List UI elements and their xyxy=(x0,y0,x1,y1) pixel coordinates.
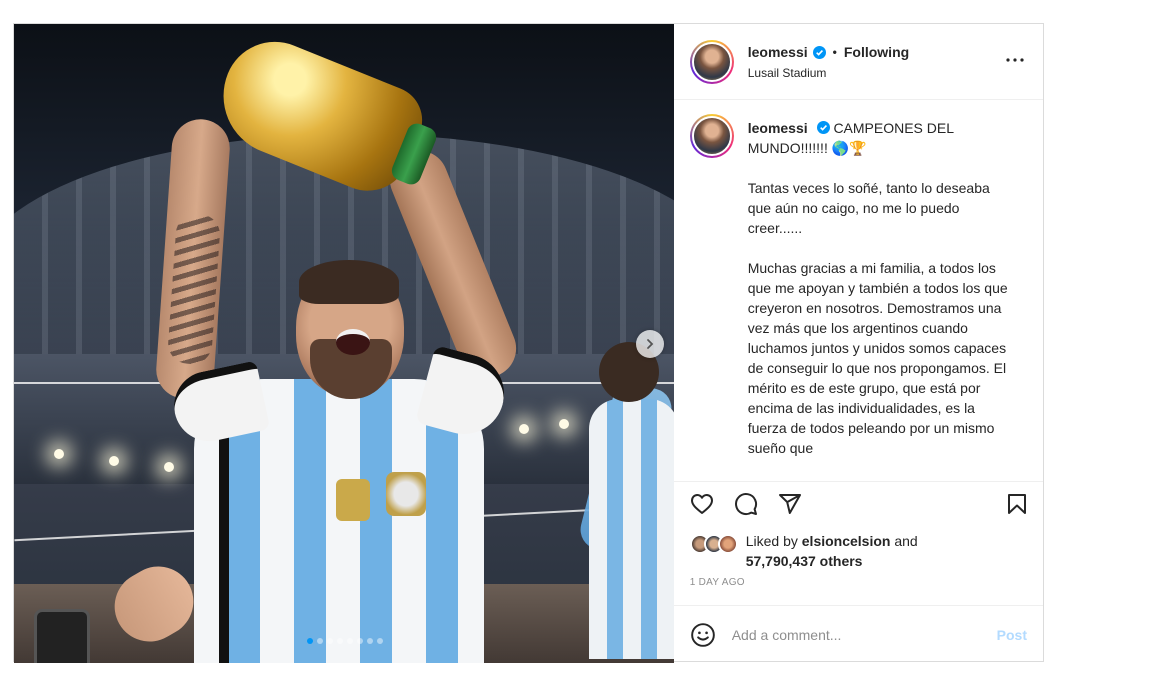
post-sidebar: leomessi • Following Lusail Stadium leom… xyxy=(673,24,1043,663)
likes-text: Liked by elsioncelsion and 57,790,437 ot… xyxy=(746,531,918,571)
comment-icon xyxy=(734,492,757,515)
caption-first-line: leomessi CAMPEONES DEL MUNDO!!!!!!! 🌎🏆 xyxy=(748,118,1004,158)
caption-avatar[interactable] xyxy=(689,114,734,158)
carousel-dot xyxy=(336,638,343,644)
verified-badge-icon xyxy=(816,121,830,134)
champion-badge xyxy=(336,479,370,521)
post-timestamp[interactable]: 1 DAY AGO xyxy=(674,571,1043,605)
carousel-dot xyxy=(376,638,383,644)
heart-icon xyxy=(690,493,713,514)
verified-badge-icon xyxy=(812,45,826,59)
carousel-dots xyxy=(14,638,674,644)
caption-section: leomessi CAMPEONES DEL MUNDO!!!!!!! 🌎🏆 T… xyxy=(674,100,1043,481)
player-mouth xyxy=(336,329,370,355)
comment-button[interactable] xyxy=(734,492,758,516)
player-hair xyxy=(299,260,399,304)
location-link[interactable]: Lusail Stadium xyxy=(748,66,1003,80)
more-options-button[interactable] xyxy=(1003,50,1027,70)
carousel-dot xyxy=(356,638,363,644)
share-button[interactable] xyxy=(778,492,802,516)
share-icon xyxy=(778,493,801,514)
author-avatar[interactable] xyxy=(689,40,734,84)
carousel-dot xyxy=(346,638,353,644)
comment-input[interactable] xyxy=(731,626,997,643)
smiley-icon xyxy=(690,622,715,647)
author-username[interactable]: leomessi xyxy=(748,44,808,60)
caption-username[interactable]: leomessi xyxy=(748,120,808,136)
bookmark-icon xyxy=(1008,493,1026,514)
stadium-light xyxy=(109,456,119,466)
more-horizontal-icon xyxy=(1006,58,1024,62)
action-bar xyxy=(673,481,1043,525)
likes-section: Liked by elsioncelsion and 57,790,437 ot… xyxy=(674,525,1043,571)
post-photo[interactable] xyxy=(14,24,674,663)
post-header: leomessi • Following Lusail Stadium xyxy=(673,24,1043,100)
phone xyxy=(34,609,90,663)
liker-avatars[interactable] xyxy=(689,534,746,554)
comment-bar: Post xyxy=(673,605,1043,663)
and-label: and xyxy=(894,533,918,549)
emoji-button[interactable] xyxy=(690,622,716,648)
following-button[interactable]: Following xyxy=(844,44,909,60)
avatar xyxy=(717,534,738,554)
caption-paragraph: Muchas gracias a mi familia, a todos los… xyxy=(747,260,1008,456)
carousel-next-button[interactable] xyxy=(636,330,664,358)
teammate xyxy=(589,399,674,659)
carousel-dot xyxy=(326,638,333,644)
stadium-light xyxy=(54,449,64,459)
carousel-dot xyxy=(316,638,323,644)
save-button[interactable] xyxy=(1005,492,1029,516)
post-comment-button[interactable]: Post xyxy=(997,627,1027,643)
carousel-dot xyxy=(366,638,373,644)
liked-by-label: Liked by xyxy=(745,533,798,549)
afa-crest xyxy=(386,472,426,516)
instagram-post: leomessi • Following Lusail Stadium leom… xyxy=(13,23,1044,663)
carousel-dot xyxy=(306,638,313,644)
jersey-stripe xyxy=(219,434,229,663)
liker-username[interactable]: elsioncelsion xyxy=(802,533,891,549)
likes-count[interactable]: 57,790,437 others xyxy=(746,553,863,569)
separator: • xyxy=(832,45,837,59)
caption-paragraph: Tantas veces lo soñé, tanto lo deseaba q… xyxy=(747,180,990,236)
chevron-right-icon xyxy=(647,339,654,349)
stadium-light xyxy=(519,424,529,434)
stadium-light xyxy=(559,419,569,429)
stadium-light xyxy=(164,462,174,472)
like-button[interactable] xyxy=(690,492,714,516)
